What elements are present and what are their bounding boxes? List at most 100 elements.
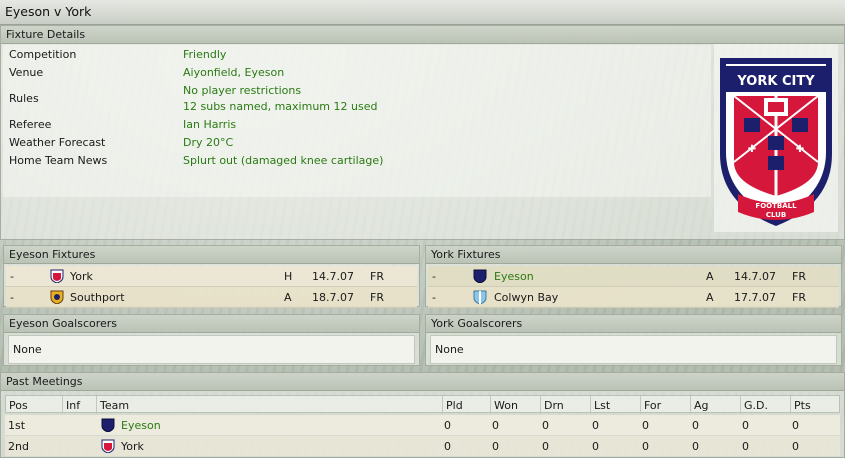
row-pts: 0 xyxy=(792,440,799,453)
row-team[interactable]: York xyxy=(121,440,144,453)
weather-value: Dry 20°C xyxy=(183,136,234,149)
past-meetings-panel: Past Meetings Pos Inf Team Pld Won Drn L… xyxy=(0,372,845,458)
eyeson-goalscorers-panel: Eyeson Goalscorers None xyxy=(3,314,420,366)
fixture-row[interactable]: - Colwyn Bay A 17.7.07 FR xyxy=(428,287,839,308)
row-won: 0 xyxy=(492,440,499,453)
fixture-dash: - xyxy=(432,270,436,283)
rules-value-2: 12 subs named, maximum 12 used xyxy=(183,100,378,113)
col-gd[interactable]: G.D. xyxy=(740,396,791,414)
fixture-type: FR xyxy=(370,291,384,304)
eyeson-fixtures-header: Eyeson Fixtures xyxy=(4,246,419,264)
fixture-row[interactable]: - Eyeson A 14.7.07 FR xyxy=(428,266,839,287)
past-meetings-title: Past Meetings xyxy=(6,375,83,388)
fixture-row[interactable]: - Southport A 18.7.07 FR xyxy=(6,287,417,308)
svg-text:✚: ✚ xyxy=(796,144,804,155)
fixture-details-list xyxy=(3,45,711,197)
fixture-venue: H xyxy=(284,270,293,283)
row-lst: 0 xyxy=(592,440,599,453)
home-team-news-value[interactable]: Splurt out (damaged knee cartilage) xyxy=(183,154,383,167)
eyeson-crest-icon xyxy=(473,269,487,283)
york-goalscorers-value: None xyxy=(435,343,464,356)
col-pts[interactable]: Pts xyxy=(790,396,844,414)
eyeson-goalscorers-header: Eyeson Goalscorers xyxy=(4,315,419,333)
fixture-details-title: Fixture Details xyxy=(6,28,86,41)
col-lst[interactable]: Lst xyxy=(590,396,641,414)
fixture-team[interactable]: York xyxy=(70,270,93,283)
col-won[interactable]: Won xyxy=(490,396,541,414)
row-pld: 0 xyxy=(444,419,451,432)
col-team[interactable]: Team xyxy=(96,396,443,414)
venue-value[interactable]: Aiyonfield, Eyeson xyxy=(183,66,284,79)
fixture-team[interactable]: Eyeson xyxy=(494,270,534,283)
york-city-logo: YORK CITY ✚ ✚ FOOTBALL CLUB xyxy=(714,44,838,232)
eyeson-goalscorers-list: None xyxy=(8,335,415,364)
competition-value[interactable]: Friendly xyxy=(183,48,226,61)
fixture-row[interactable]: - York H 14.7.07 FR xyxy=(6,266,417,287)
col-for[interactable]: For xyxy=(640,396,691,414)
fixture-date: 18.7.07 xyxy=(312,291,354,304)
venue-label: Venue xyxy=(9,66,44,79)
col-pos[interactable]: Pos xyxy=(6,396,62,414)
rules-label: Rules xyxy=(9,92,39,105)
york-fixtures-panel: York Fixtures - Eyeson A 14.7.07 FR - Co… xyxy=(425,245,842,308)
referee-label: Referee xyxy=(9,118,52,131)
col-pld[interactable]: Pld xyxy=(442,396,491,414)
york-city-crest-icon: YORK CITY ✚ ✚ FOOTBALL CLUB xyxy=(720,58,832,226)
row-for: 0 xyxy=(642,440,649,453)
fixture-date: 14.7.07 xyxy=(734,270,776,283)
fixture-details-header: Fixture Details xyxy=(1,26,844,44)
window-title-bar: Eyeson v York xyxy=(0,0,845,25)
york-goalscorers-title: York Goalscorers xyxy=(431,317,523,330)
row-pts: 0 xyxy=(792,419,799,432)
york-fixtures-header: York Fixtures xyxy=(426,246,841,264)
row-lst: 0 xyxy=(592,419,599,432)
window-title: Eyeson v York xyxy=(5,4,92,19)
york-goalscorers-header: York Goalscorers xyxy=(426,315,841,333)
weather-label: Weather Forecast xyxy=(9,136,106,149)
york-crest-icon xyxy=(50,269,64,283)
fixture-type: FR xyxy=(370,270,384,283)
col-drn[interactable]: Drn xyxy=(540,396,591,414)
row-team[interactable]: Eyeson xyxy=(121,419,161,432)
table-row[interactable]: 1st Eyeson 0 0 0 0 0 0 0 0 xyxy=(5,415,840,435)
fixture-date: 14.7.07 xyxy=(312,270,354,283)
rules-value-1: No player restrictions xyxy=(183,84,302,97)
fixture-type: FR xyxy=(792,270,806,283)
row-gd: 0 xyxy=(742,419,749,432)
row-for: 0 xyxy=(642,419,649,432)
colwyn-bay-crest-icon xyxy=(473,290,487,304)
fixture-dash: - xyxy=(10,270,14,283)
fixture-team[interactable]: Colwyn Bay xyxy=(494,291,558,304)
york-crest-icon xyxy=(101,439,115,453)
row-pos: 1st xyxy=(8,419,26,432)
eyeson-goalscorers-title: Eyeson Goalscorers xyxy=(9,317,118,330)
logo-bottom-text-2: CLUB xyxy=(766,211,786,219)
row-pos: 2nd xyxy=(8,440,29,453)
fixture-venue: A xyxy=(284,291,292,304)
home-team-news-label: Home Team News xyxy=(9,154,108,167)
fixture-venue: A xyxy=(706,291,714,304)
referee-value[interactable]: Ian Harris xyxy=(183,118,236,131)
fixture-venue: A xyxy=(706,270,714,283)
fixture-team[interactable]: Southport xyxy=(70,291,125,304)
row-drn: 0 xyxy=(542,419,549,432)
eyeson-fixtures-panel: Eyeson Fixtures - York H 14.7.07 FR - So… xyxy=(3,245,420,308)
eyeson-fixtures-title: Eyeson Fixtures xyxy=(9,248,96,261)
competition-label: Competition xyxy=(9,48,77,61)
row-won: 0 xyxy=(492,419,499,432)
row-gd: 0 xyxy=(742,440,749,453)
table-row[interactable]: 2nd York 0 0 0 0 0 0 0 0 xyxy=(5,436,840,456)
logo-bottom-text-1: FOOTBALL xyxy=(755,202,797,210)
southport-crest-icon xyxy=(50,290,64,304)
col-inf[interactable]: Inf xyxy=(62,396,97,414)
svg-text:✚: ✚ xyxy=(748,144,756,155)
fixture-dash: - xyxy=(10,291,14,304)
row-ag: 0 xyxy=(692,419,699,432)
eyeson-crest-icon xyxy=(101,418,115,432)
past-meetings-header: Past Meetings xyxy=(1,373,844,391)
row-pld: 0 xyxy=(444,440,451,453)
fixture-type: FR xyxy=(792,291,806,304)
logo-top-text: YORK CITY xyxy=(736,74,815,89)
col-ag[interactable]: Ag xyxy=(690,396,741,414)
row-ag: 0 xyxy=(692,440,699,453)
